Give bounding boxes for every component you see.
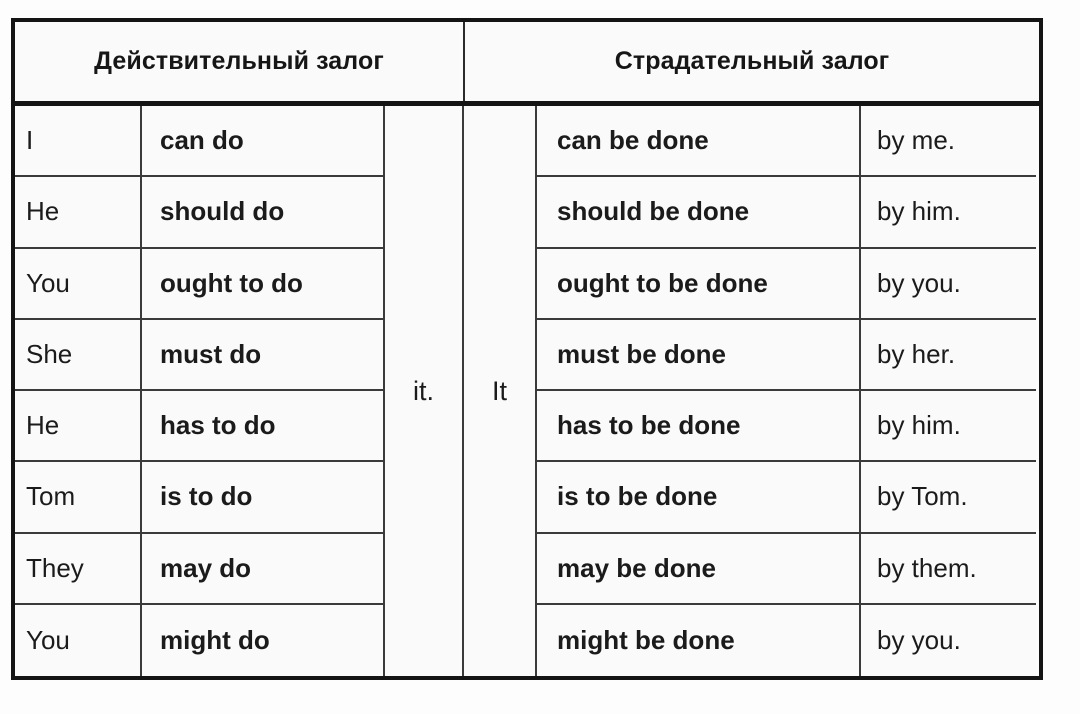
cell-active-verb: might do	[142, 604, 385, 676]
cell-passive-verb: has to be done	[537, 391, 861, 463]
cell-agent: by you.	[861, 604, 1036, 676]
cell-passive-verb: might be done	[537, 604, 861, 676]
cell-passive-subject: It	[464, 106, 537, 676]
cell-passive-verb: may be done	[537, 533, 861, 605]
header-active-voice: Действительный залог	[15, 22, 465, 101]
cell-agent: by Tom.	[861, 462, 1036, 534]
cell-agent: by her.	[861, 319, 1036, 391]
table-body: I can do can be done by me. it. It He sh…	[15, 106, 1039, 676]
cell-active-verb: is to do	[142, 462, 385, 534]
cell-active-object: it.	[385, 106, 464, 676]
cell-passive-verb: must be done	[537, 319, 861, 391]
page-root: Действительный залог Страдательный залог…	[0, 0, 1080, 714]
cell-pronoun: You	[15, 248, 142, 320]
cell-pronoun: He	[15, 391, 142, 463]
cell-pronoun: Tom	[15, 462, 142, 534]
cell-active-verb: ought to do	[142, 248, 385, 320]
cell-agent: by me.	[861, 106, 1036, 178]
cell-active-verb: has to do	[142, 391, 385, 463]
cell-pronoun: They	[15, 533, 142, 605]
cell-pronoun: She	[15, 319, 142, 391]
cell-passive-verb: can be done	[537, 106, 861, 178]
cell-pronoun: He	[15, 177, 142, 249]
cell-active-verb: may do	[142, 533, 385, 605]
cell-active-verb: should do	[142, 177, 385, 249]
cell-passive-verb: ought to be done	[537, 248, 861, 320]
cell-pronoun: You	[15, 604, 142, 676]
cell-passive-verb: is to be done	[537, 462, 861, 534]
cell-active-verb: can do	[142, 106, 385, 178]
cell-agent: by him.	[861, 391, 1036, 463]
cell-active-verb: must do	[142, 319, 385, 391]
cell-agent: by you.	[861, 248, 1036, 320]
table-header-row: Действительный залог Страдательный залог	[15, 22, 1039, 106]
cell-agent: by him.	[861, 177, 1036, 249]
header-passive-voice: Страдательный залог	[465, 22, 1039, 101]
cell-pronoun: I	[15, 106, 142, 178]
modal-verbs-voice-table: Действительный залог Страдательный залог…	[11, 18, 1043, 680]
cell-agent: by them.	[861, 533, 1036, 605]
cell-passive-verb: should be done	[537, 177, 861, 249]
